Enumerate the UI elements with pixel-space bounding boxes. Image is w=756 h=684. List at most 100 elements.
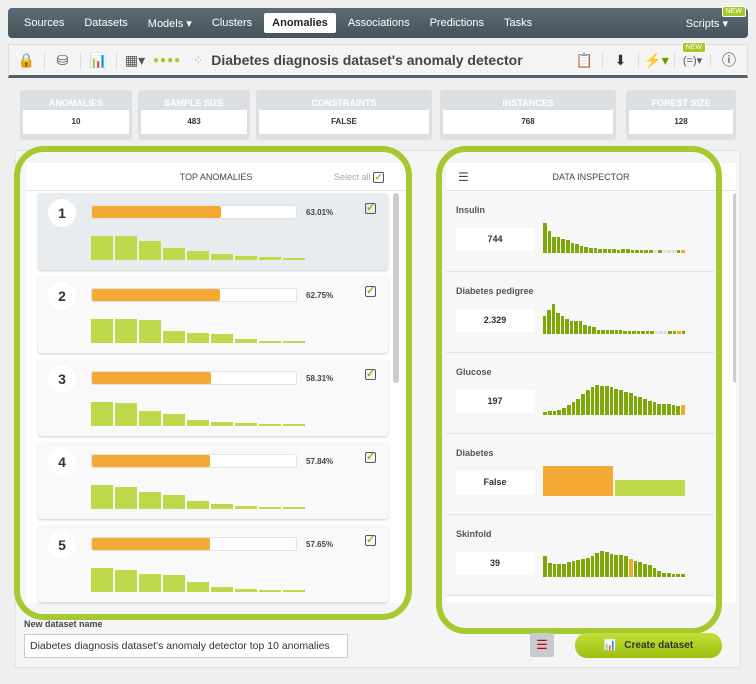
hist-bar xyxy=(187,419,209,426)
stat-label: SAMPLE SIZE xyxy=(163,98,224,108)
hist-bar xyxy=(566,562,571,577)
scrollbar[interactable] xyxy=(393,193,399,383)
hist-bar xyxy=(624,391,628,415)
anomaly-row[interactable]: 5 57.65% ✓ xyxy=(38,525,388,602)
hist-bar xyxy=(235,505,257,509)
hist-bar xyxy=(638,397,643,415)
field-histogram xyxy=(543,385,685,415)
main-panel: TOP ANOMALIES Select all ✓ 1 63.01% ✓ 2 62.7… xyxy=(15,150,741,668)
clipboard-download-icon[interactable]: 📋 xyxy=(567,51,603,69)
top-anomalies-header: TOP ANOMALIES Select all ✓ xyxy=(26,163,406,191)
nav-item[interactable]: Tasks xyxy=(496,13,540,33)
hist-bar xyxy=(667,250,672,253)
score-bar xyxy=(91,454,297,468)
actions-icon[interactable]: ⚡▾ xyxy=(639,51,675,69)
stat-value-text: 128 xyxy=(674,117,688,126)
hist-bar xyxy=(91,319,113,343)
hist-bar xyxy=(259,256,281,260)
hist-bar xyxy=(574,321,578,334)
checkbox-icon[interactable]: ✓ xyxy=(373,172,384,184)
stats-row: ANOMALIES 10 SAMPLE SIZE 483 CONSTRAINTS FALS… xyxy=(20,90,736,140)
hist-bar xyxy=(560,316,565,334)
nav-item[interactable]: Clusters xyxy=(204,13,260,33)
hist-bar xyxy=(139,410,161,426)
anomaly-histogram xyxy=(91,402,305,426)
create-dataset-button[interactable]: 📊 Create dataset xyxy=(575,633,722,658)
hist-bar xyxy=(596,329,601,334)
dataset-search-icon[interactable]: ⛁ xyxy=(45,51,81,69)
hist-bar xyxy=(641,331,645,334)
hist-bar xyxy=(598,248,602,253)
checkbox-icon[interactable]: ✓ xyxy=(365,452,376,463)
cloud-download-icon[interactable]: ⬇ xyxy=(603,51,639,69)
hist-bar xyxy=(643,399,647,415)
hist-bar xyxy=(658,250,662,253)
toolbar: 🔒 ⛁ 📊 ▦▾ ●●●● ⁘ Diabetes diagnosis datas… xyxy=(8,41,748,78)
field-value: 197 xyxy=(456,390,534,413)
nav-scripts[interactable]: Scripts ▾ xyxy=(686,17,728,30)
hist-bar xyxy=(666,404,671,415)
nav-item[interactable]: Sources xyxy=(16,13,72,33)
hist-bar xyxy=(187,500,209,509)
anomaly-row[interactable]: 1 63.01% ✓ xyxy=(38,193,388,270)
checkbox-icon[interactable]: ✓ xyxy=(365,286,376,297)
menu-icon[interactable]: ☰ xyxy=(458,163,469,191)
hist-bar xyxy=(187,251,209,260)
anomaly-rank: 3 xyxy=(48,365,76,393)
hist-bar xyxy=(187,333,209,343)
anomaly-row[interactable]: 2 62.75% ✓ xyxy=(38,276,388,353)
nav-item[interactable]: Anomalies xyxy=(264,13,336,33)
hist-bar xyxy=(676,574,681,577)
hist-bar xyxy=(633,395,638,415)
hist-bar xyxy=(581,394,585,415)
nav-item[interactable]: Predictions xyxy=(422,13,492,33)
anomaly-row[interactable]: 3 58.31% ✓ xyxy=(38,359,388,436)
hist-bar xyxy=(671,405,676,415)
hist-bar xyxy=(562,563,566,577)
hist-bar xyxy=(635,250,639,253)
hist-bar xyxy=(561,238,566,253)
hist-bar xyxy=(557,563,562,577)
hist-bar xyxy=(552,563,557,577)
checkbox-icon[interactable]: ✓ xyxy=(365,203,376,214)
clear-list-icon[interactable]: ☰ xyxy=(530,633,554,657)
hist-bar xyxy=(543,412,547,415)
hist-bar xyxy=(575,244,579,253)
sort-icon[interactable]: ▦▾ xyxy=(117,52,153,69)
checkbox-icon[interactable]: ✓ xyxy=(365,535,376,546)
select-all[interactable]: Select all ✓ xyxy=(334,163,384,191)
hist-bar xyxy=(235,422,257,426)
stat-card: SAMPLE SIZE 483 xyxy=(138,90,250,140)
lock-icon[interactable]: 🔒 xyxy=(9,51,45,69)
nav-item[interactable]: Datasets xyxy=(76,13,135,33)
hist-bar xyxy=(623,331,627,334)
formula-icon[interactable]: (=)▾ NEW xyxy=(675,41,711,67)
checkbox-icon[interactable]: ✓ xyxy=(365,369,376,380)
chart-search-icon[interactable]: 📊 xyxy=(81,51,117,69)
panel-title: DATA INSPECTOR xyxy=(552,172,630,182)
hist-bar xyxy=(543,556,547,577)
anomaly-rank: 1 xyxy=(48,199,76,227)
stat-value-text: FALSE xyxy=(331,117,357,126)
scrollbar[interactable] xyxy=(733,193,736,383)
info-icon[interactable]: ⓘ xyxy=(711,50,747,70)
nav-item[interactable]: Associations xyxy=(340,13,418,33)
hist-bar xyxy=(139,240,161,260)
dots-icon: ●●●● xyxy=(153,54,182,66)
hist-bar xyxy=(590,386,595,415)
nav-item[interactable]: Models ▾ xyxy=(140,13,200,34)
hist-bar xyxy=(211,421,233,426)
hist-bar xyxy=(543,466,613,496)
hist-bar xyxy=(566,240,570,253)
hist-bar xyxy=(585,557,590,577)
hist-bar xyxy=(649,250,653,253)
hist-bar xyxy=(628,559,633,577)
hist-bar xyxy=(547,310,551,334)
dataset-name-input[interactable]: Diabetes diagnosis dataset's anomaly det… xyxy=(24,634,348,658)
anomaly-row[interactable]: 4 57.84% ✓ xyxy=(38,442,388,519)
field-row: Skinfold 39 xyxy=(446,515,714,596)
hist-bar xyxy=(668,331,672,334)
hist-bar xyxy=(638,562,643,577)
hist-bar xyxy=(610,330,614,334)
stat-value-text: 768 xyxy=(521,117,535,126)
